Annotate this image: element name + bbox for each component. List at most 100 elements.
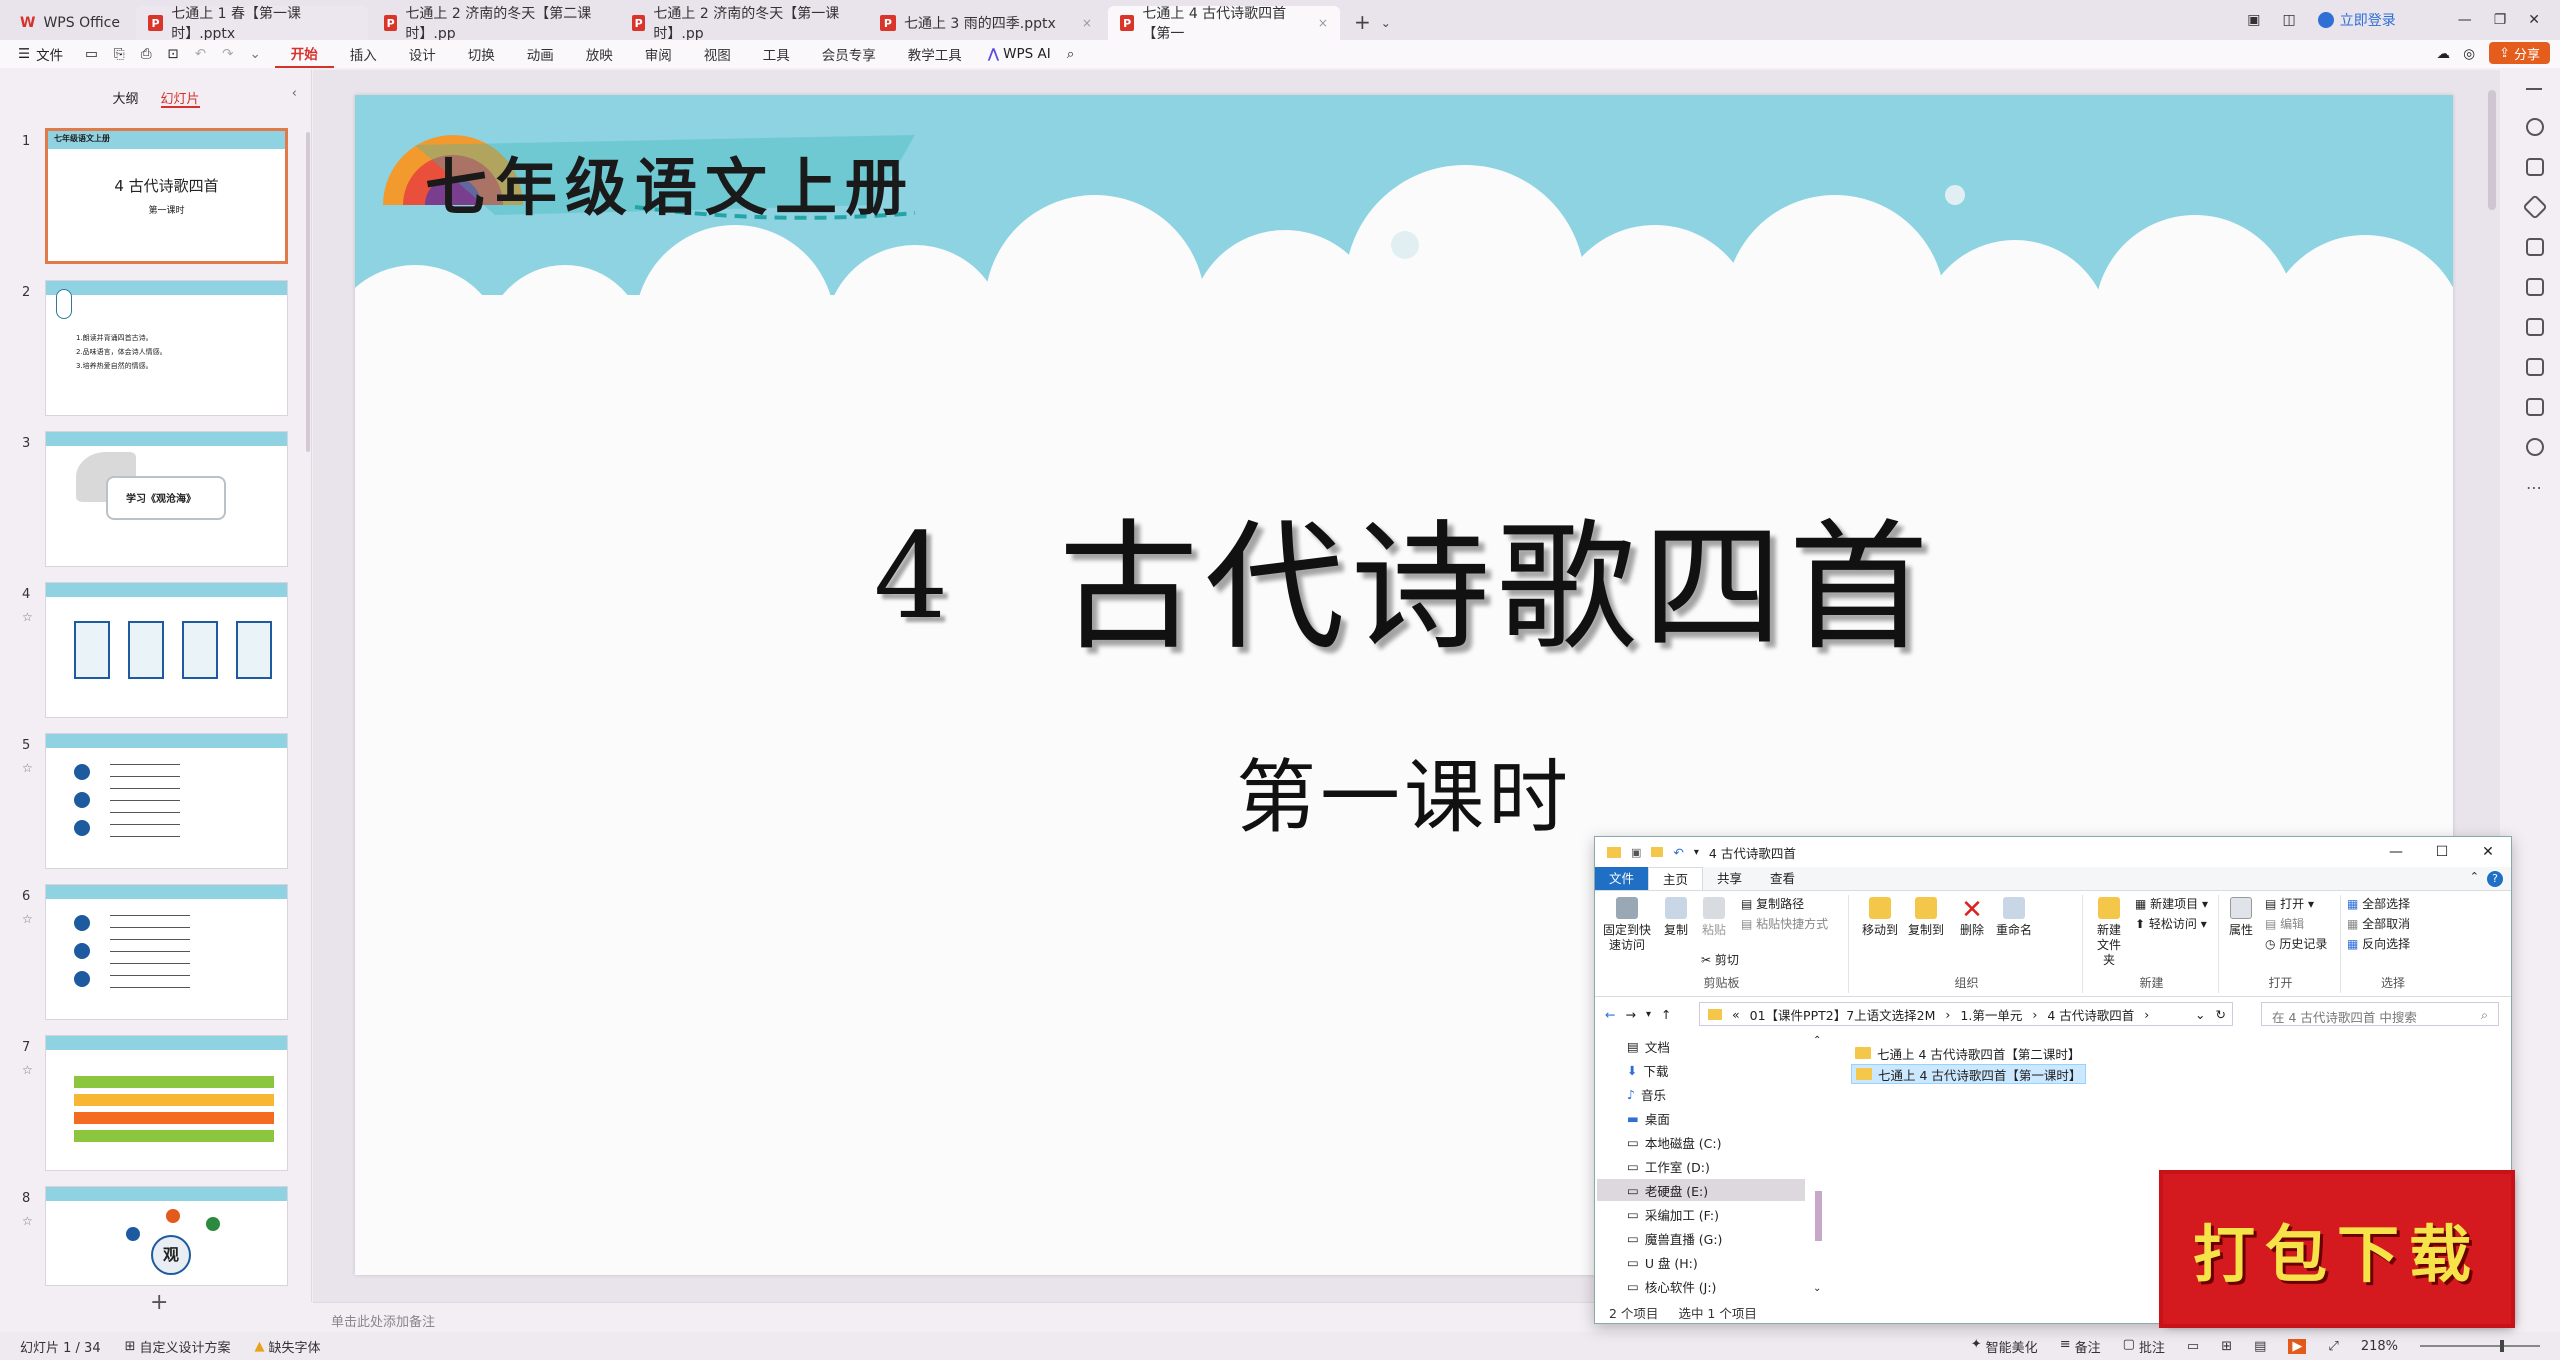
- breadcrumb-item[interactable]: 1.第一单元: [1960, 1005, 2022, 1024]
- star-icon[interactable]: ☆: [22, 761, 33, 775]
- help-icon[interactable]: [2526, 438, 2544, 456]
- preview-icon[interactable]: ⊡: [160, 46, 187, 62]
- download-package-banner[interactable]: 打包下载: [2163, 1174, 2511, 1324]
- star-icon[interactable]: [2522, 194, 2548, 220]
- menu-home[interactable]: 开始: [274, 40, 334, 68]
- address-bar[interactable]: « 01【课件PPT2】7上语文选择2M › 1.第一单元 › 4 古代诗歌四首 › …: [1699, 1002, 2233, 1026]
- menu-review[interactable]: 审阅: [629, 44, 688, 64]
- recent-chevron-icon[interactable]: ▾: [1646, 1009, 1651, 1020]
- star-icon[interactable]: ☆: [22, 912, 33, 926]
- minimize-icon[interactable]: —: [2373, 837, 2419, 867]
- tab-document[interactable]: P 七通上 1 春【第一课时】.pptx: [135, 6, 368, 42]
- beautify-button[interactable]: ✦ 智能美化: [1971, 1337, 2038, 1356]
- save-icon[interactable]: ▭: [77, 46, 106, 62]
- menu-animation[interactable]: 动画: [511, 44, 570, 64]
- close-tab-icon[interactable]: ×: [1318, 16, 1328, 30]
- nav-item-selected[interactable]: ▭ 老硬盘 (E:): [1597, 1179, 1805, 1201]
- select-all-button[interactable]: ▦ 全部选择: [2347, 897, 2410, 912]
- tab-wps-home[interactable]: W WPS Office: [8, 6, 132, 40]
- menu-member[interactable]: 会员专享: [806, 44, 892, 64]
- back-arrow-icon[interactable]: ←: [1605, 1007, 1615, 1022]
- more-icon[interactable]: ⌄: [241, 46, 274, 62]
- panel-scrollbar[interactable]: [306, 132, 310, 452]
- close-tab-icon[interactable]: ×: [1082, 16, 1092, 30]
- add-slide-button[interactable]: +: [150, 1290, 168, 1315]
- nav-item[interactable]: ▭ 本地磁盘 (C:): [1627, 1131, 1721, 1153]
- paste-shortcut-button[interactable]: ▤ 粘贴快捷方式: [1741, 917, 1828, 932]
- play-icon[interactable]: ▶: [2288, 1338, 2307, 1354]
- help-icon[interactable]: ?: [2487, 871, 2503, 887]
- scroll-thumb[interactable]: [1815, 1191, 1822, 1241]
- nav-item[interactable]: ♪ 音乐: [1627, 1083, 1666, 1105]
- search-input[interactable]: 在 4 古代诗歌四首 中搜索 ⌕: [2261, 1002, 2499, 1026]
- collapse-panel-icon[interactable]: ‹: [292, 86, 297, 101]
- maximize-icon[interactable]: ☐: [2419, 837, 2465, 867]
- tab-outline[interactable]: 大纲: [112, 88, 138, 108]
- tab-home[interactable]: 主页: [1648, 867, 1704, 890]
- settings-icon[interactable]: [2526, 118, 2544, 136]
- slide-thumbnail[interactable]: 观: [45, 1186, 288, 1286]
- minimize-icon[interactable]: —: [2458, 12, 2472, 28]
- minus-icon[interactable]: [2526, 88, 2542, 90]
- new-item-button[interactable]: ▦ 新建项目 ▾: [2135, 897, 2208, 912]
- copy-button[interactable]: 复制: [1661, 897, 1691, 938]
- menu-teaching[interactable]: 教学工具: [892, 44, 978, 64]
- tab-document[interactable]: P 七通上 3 雨的四季.pptx ×: [868, 6, 1104, 40]
- properties-icon[interactable]: ▣: [1631, 846, 1641, 859]
- notes-button[interactable]: ≡ 备注: [2060, 1337, 2101, 1356]
- copy-path-button[interactable]: ▤ 复制路径: [1741, 897, 1804, 912]
- design-scheme-button[interactable]: ⊞ 自定义设计方案: [125, 1337, 231, 1356]
- nav-item[interactable]: ▭ U 盘 (H:): [1627, 1251, 1698, 1273]
- search-icon[interactable]: ⌕: [1061, 46, 1081, 62]
- paste-button[interactable]: 粘贴: [1699, 897, 1729, 938]
- star-icon[interactable]: ☆: [22, 1063, 33, 1077]
- cloud-icon[interactable]: ☁: [2437, 46, 2451, 62]
- slide-thumbnail[interactable]: [45, 733, 288, 869]
- dropdown-chevron-icon[interactable]: ⌄: [2195, 1007, 2205, 1022]
- menu-insert[interactable]: 插入: [334, 44, 393, 64]
- upload-icon[interactable]: [2526, 398, 2544, 416]
- tools-icon[interactable]: [2526, 318, 2544, 336]
- edit-button[interactable]: ▤ 编辑: [2265, 917, 2304, 932]
- slide-thumbnail[interactable]: 七年级语文上册 4 古代诗歌四首 第一课时: [45, 128, 288, 264]
- slide-thumbnail[interactable]: 学习《观沧海》: [45, 431, 288, 567]
- nav-item[interactable]: ▭ 采编加工 (F:): [1627, 1203, 1719, 1225]
- reading-view-icon[interactable]: ▤: [2254, 1339, 2266, 1354]
- chevron-down-icon[interactable]: ⌄: [1381, 6, 1391, 40]
- zoom-thumb[interactable]: [2500, 1340, 2504, 1352]
- zoom-slider[interactable]: [2420, 1340, 2540, 1352]
- grid-view-icon[interactable]: ⊞: [2221, 1339, 2232, 1354]
- print-icon[interactable]: ⎙: [133, 46, 160, 62]
- new-folder-button[interactable]: 新建文件夹: [2089, 897, 2129, 968]
- folder-item[interactable]: 七通上 4 古代诗歌四首【第二课时】: [1851, 1043, 2084, 1063]
- chevron-up-icon[interactable]: ⌃: [2470, 870, 2479, 883]
- menu-view[interactable]: 视图: [688, 44, 747, 64]
- tab-document[interactable]: P 七通上 2 济南的冬天【第二课时】.pp: [372, 6, 616, 42]
- missing-font-button[interactable]: ▲ 缺失字体: [255, 1337, 321, 1356]
- slide-thumbnail[interactable]: 1.朗读并背诵四首古诗。 2.品味语言，体会诗人情感。 3.培养热爱自然的情感。: [45, 280, 288, 416]
- canvas-scrollbar[interactable]: [2488, 90, 2496, 210]
- delete-button[interactable]: ✕ 删除: [1957, 897, 1987, 938]
- undo-icon[interactable]: ↶: [187, 46, 214, 62]
- menu-transition[interactable]: 切换: [452, 44, 511, 64]
- move-to-button[interactable]: 移动到: [1859, 897, 1901, 938]
- up-arrow-icon[interactable]: ↑: [1661, 1007, 1671, 1022]
- slide-thumbnail[interactable]: [45, 884, 288, 1020]
- menu-slideshow[interactable]: 放映: [570, 44, 629, 64]
- nav-item[interactable]: ▭ 魔兽直播 (G:): [1627, 1227, 1722, 1249]
- star-icon[interactable]: ☆: [22, 1214, 33, 1228]
- close-icon[interactable]: ✕: [2528, 12, 2540, 28]
- properties-button[interactable]: 属性: [2225, 897, 2257, 938]
- slide-thumbnail[interactable]: [45, 1035, 288, 1171]
- invert-selection-button[interactable]: ▦ 反向选择: [2347, 937, 2410, 952]
- tab-file[interactable]: 文件: [1595, 867, 1649, 890]
- easy-access-button[interactable]: ⬆ 轻松访问 ▾: [2135, 917, 2207, 932]
- breadcrumb-item[interactable]: 01【课件PPT2】7上语文选择2M: [1750, 1005, 1936, 1024]
- tab-share[interactable]: 共享: [1703, 867, 1756, 890]
- star-icon[interactable]: ☆: [22, 610, 33, 624]
- nav-item[interactable]: ▬ 桌面: [1627, 1107, 1670, 1129]
- tab-view[interactable]: 查看: [1756, 867, 1809, 890]
- scroll-up-icon[interactable]: ⌃: [1813, 1035, 1821, 1046]
- adjust-icon[interactable]: [2526, 158, 2544, 176]
- nav-item[interactable]: ▭ 工作室 (D:): [1627, 1155, 1710, 1177]
